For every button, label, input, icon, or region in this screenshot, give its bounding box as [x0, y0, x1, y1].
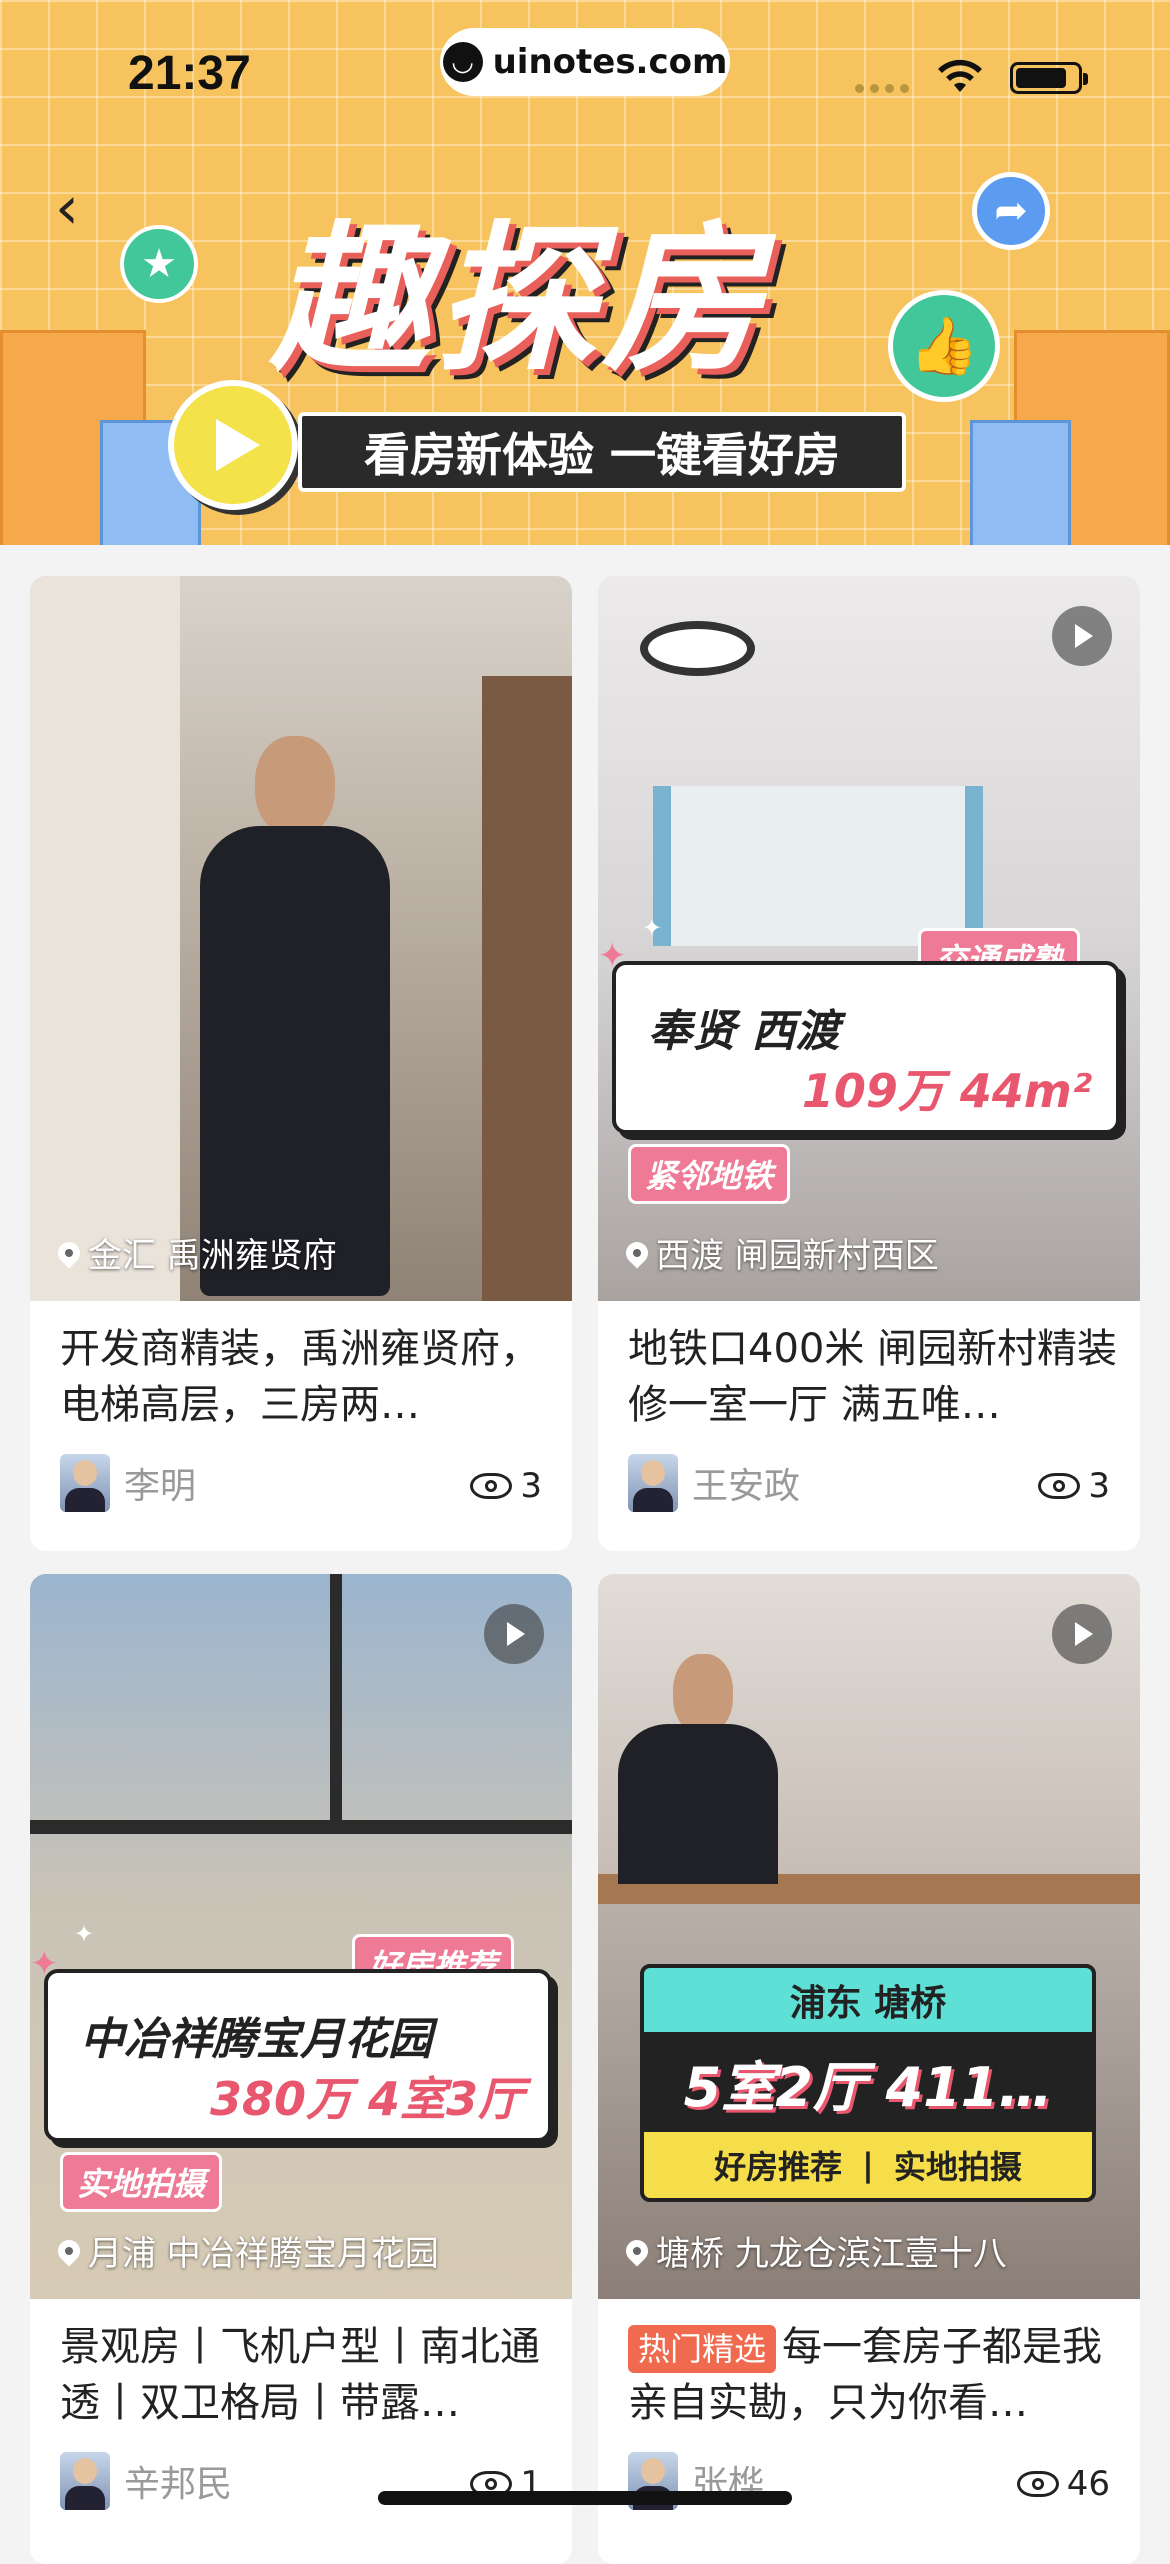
view-count: 3: [1038, 1466, 1110, 1506]
hot-badge: 热门精选: [628, 2325, 777, 2373]
listing-title: 地铁口400米 闸园新村精装修一室一厅 满五唯…: [628, 1326, 1118, 1428]
agent-figure: [618, 1654, 778, 1884]
sparkle-icon: ✦: [74, 1920, 95, 1948]
overlay-card: 浦东 塘桥 5室2厅 411… 好房推荐 | 实地拍摄: [640, 1964, 1096, 2202]
location-pin-icon: [53, 1236, 85, 1269]
window: [653, 786, 983, 946]
overlay-area: 浦东 塘桥: [644, 1968, 1092, 2032]
location-pin-icon: [621, 2234, 653, 2267]
star-icon: ★: [120, 225, 198, 303]
tag-onsite: 实地拍摄: [60, 2152, 223, 2212]
view-count: 46: [1016, 2464, 1110, 2504]
url-text: uinotes.com: [492, 42, 728, 82]
play-icon: [168, 380, 298, 510]
avatar: [60, 2452, 110, 2510]
author-name: 王安政: [692, 1466, 801, 1507]
overlay-layout: 5室2厅 411…: [683, 2055, 1053, 2119]
building-illustration: [970, 420, 1071, 545]
location-label: 月浦 中冶祥腾宝月花园: [53, 2226, 439, 2275]
location-label: 金汇 禹洲雍贤府: [53, 1228, 337, 1277]
overlay-card: 中冶祥腾宝月花园 380万 4室3厅: [44, 1969, 552, 2142]
location-pin-icon: [53, 2234, 85, 2267]
overlay-name: 奉贤 西渡: [648, 1006, 840, 1057]
avatar: [628, 1454, 678, 1512]
share-arrow-icon[interactable]: ➦: [972, 172, 1050, 250]
listing-title: 开发商精装，禹洲雍贤府，电梯高层，三房两…: [60, 1326, 540, 1428]
battery-icon: [1010, 62, 1088, 94]
overlay-tags: 好房推荐 | 实地拍摄: [644, 2132, 1092, 2198]
author-name: 李明: [124, 1466, 197, 1507]
listing-photo: 浦东 塘桥 5室2厅 411… 好房推荐 | 实地拍摄 塘桥 九龙仓滨江壹十八: [598, 1574, 1140, 2299]
page-title: 趣探房: [270, 206, 769, 393]
sparkle-icon: ✦: [642, 914, 663, 942]
view-count: 3: [470, 1466, 542, 1506]
tag-metro: 紧邻地铁: [628, 1144, 791, 1204]
overlay-price: 109万 44m²: [801, 1064, 1092, 1118]
eye-icon: [1038, 1473, 1081, 1499]
location-pin-icon: [621, 1236, 653, 1269]
sparkle-icon: ✦: [30, 1944, 59, 1984]
wood-wall: [482, 676, 572, 1301]
listing-photo: 金汇 禹洲雍贤府: [30, 576, 572, 1301]
thumbs-up-icon: 👍: [888, 290, 1000, 402]
overlay-name: 中冶祥腾宝月花园: [80, 2014, 432, 2065]
ceiling-lamp: [640, 621, 755, 676]
author-name: 辛邦民: [124, 2464, 233, 2505]
wifi-icon: [938, 59, 982, 92]
listing-title: 热门精选 每一套房子都是我亲自实勘，只为你看…: [628, 2324, 1103, 2426]
uinotes-logo-icon: ◡: [442, 42, 483, 82]
status-bar: 21:37 ◡ uinotes.com: [0, 0, 1170, 150]
listing-photo: 好房推荐 中冶祥腾宝月花园 380万 4室3厅 实地拍摄 ✦ ✦ 月浦 中冶祥腾…: [30, 1574, 572, 2299]
status-time: 21:37: [128, 47, 251, 100]
eye-icon: [1016, 2471, 1059, 2497]
header-banner: 21:37 ◡ uinotes.com ‹ ➦ ★ 👍 趣探房 看房新体验 一键…: [0, 0, 1170, 545]
author-info: 王安政: [628, 1454, 800, 1512]
door-panel: [30, 576, 180, 1301]
overlay-card: 奉贤 西渡 109万 44m²: [612, 961, 1120, 1134]
listing-title: 景观房丨飞机户型丨南北通透丨双卫格局丨带露…: [60, 2324, 540, 2426]
back-chevron-icon[interactable]: ‹: [55, 178, 95, 238]
header-slogan: 看房新体验 一键看好房: [298, 412, 906, 492]
eye-icon: [470, 1473, 513, 1499]
home-indicator[interactable]: [378, 2491, 792, 2505]
location-label: 塘桥 九龙仓滨江壹十八: [621, 2226, 1007, 2275]
listing-card[interactable]: 好房推荐 中冶祥腾宝月花园 380万 4室3厅 实地拍摄 ✦ ✦ 月浦 中冶祥腾…: [30, 1574, 572, 2564]
play-button-icon[interactable]: [1052, 606, 1112, 666]
author-info: 李明: [60, 1454, 196, 1512]
author-info: 辛邦民: [60, 2452, 232, 2510]
listing-card[interactable]: 金汇 禹洲雍贤府 开发商精装，禹洲雍贤府，电梯高层，三房两… 李明 3: [30, 576, 572, 1551]
play-button-icon[interactable]: [484, 1604, 544, 1664]
overlay-price: 380万 4室3厅: [209, 2072, 524, 2126]
url-pill: ◡ uinotes.com: [440, 28, 730, 96]
agent-figure: [200, 736, 390, 1296]
listing-card[interactable]: 交通成熟 奉贤 西渡 109万 44m² 紧邻地铁 ✦ ✦ 西渡 闸园新村西区 …: [598, 576, 1140, 1551]
sparkle-icon: ✦: [598, 936, 627, 976]
play-button-icon[interactable]: [1052, 1604, 1112, 1664]
listing-photo: 交通成熟 奉贤 西渡 109万 44m² 紧邻地铁 ✦ ✦ 西渡 闸园新村西区: [598, 576, 1140, 1301]
listing-card[interactable]: 浦东 塘桥 5室2厅 411… 好房推荐 | 实地拍摄 塘桥 九龙仓滨江壹十八 …: [598, 1574, 1140, 2564]
location-label: 西渡 闸园新村西区: [621, 1228, 939, 1277]
avatar: [60, 1454, 110, 1512]
signal-icon: [855, 84, 915, 93]
